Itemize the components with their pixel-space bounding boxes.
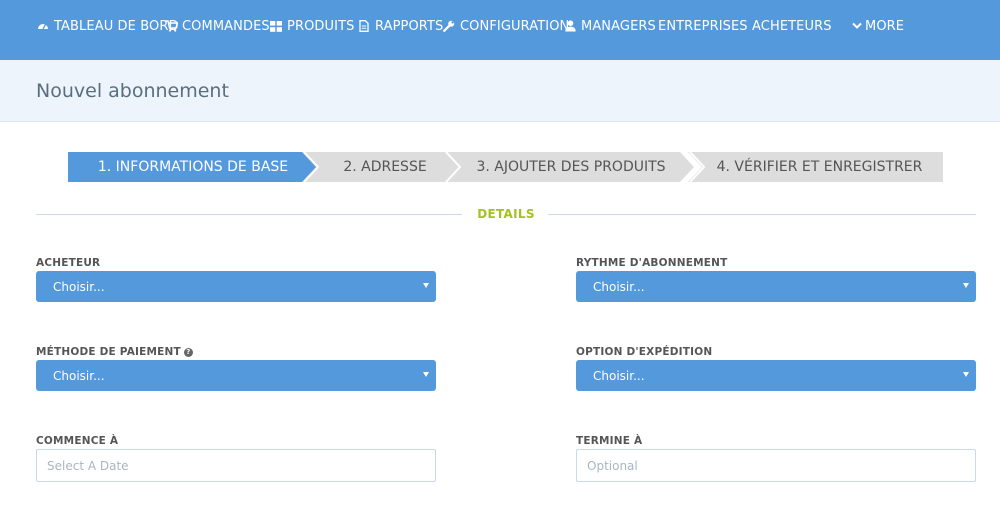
nav-item-companies[interactable]: ENTREPRISES xyxy=(658,0,748,52)
dashboard-icon xyxy=(36,19,50,33)
end-date-input[interactable] xyxy=(576,449,976,482)
rhythm-select-value: Choisir... xyxy=(593,279,645,294)
caret-down-icon xyxy=(423,283,429,288)
end-label-text: TERMINE À xyxy=(576,435,643,447)
shipping-label-text: OPTION D'EXPÉDITION xyxy=(576,346,713,358)
nav-item-orders[interactable]: COMMANDES xyxy=(164,0,270,52)
caret-down-icon xyxy=(423,372,429,377)
wizard-steps: 1. INFORMATIONS DE BASE 2. ADRESSE 3. AJ… xyxy=(68,152,943,182)
nav-item-label: TABLEAU DE BORD xyxy=(54,18,179,34)
rhythm-select[interactable]: Choisir... xyxy=(576,271,976,302)
buyer-label-text: ACHETEUR xyxy=(36,257,101,269)
end-label: TERMINE À xyxy=(576,435,642,447)
caret-down-icon xyxy=(963,372,969,377)
payment-label-text: MÉTHODE DE PAIEMENT xyxy=(36,346,181,358)
nav-item-products[interactable]: PRODUITS xyxy=(269,0,354,52)
wizard-step-label: 4. VÉRIFIER ET ENREGISTRER xyxy=(716,159,923,175)
nav-item-label: RAPPORTS xyxy=(375,18,444,34)
nav-item-label: MORE xyxy=(865,18,905,34)
nav-item-configuration[interactable]: CONFIGURATION xyxy=(442,0,569,52)
nav-item-label: CONFIGURATION xyxy=(460,18,570,34)
payment-label: MÉTHODE DE PAIEMENT ? xyxy=(36,346,193,358)
start-date-input[interactable] xyxy=(36,449,436,482)
buyer-select[interactable]: Choisir... xyxy=(36,271,436,302)
payment-select-value: Choisir... xyxy=(53,368,105,383)
nav-item-label: COMMANDES xyxy=(182,18,270,34)
wizard-step-address[interactable]: 2. ADRESSE xyxy=(302,152,460,182)
question-icon[interactable]: ? xyxy=(183,347,193,357)
rhythm-label: RYTHME D'ABONNEMENT xyxy=(576,257,727,269)
shipping-label: OPTION D'EXPÉDITION xyxy=(576,346,712,358)
nav-item-label: ENTREPRISES xyxy=(658,18,748,34)
wizard-step-add-products[interactable]: 3. AJOUTER DES PRODUITS xyxy=(444,152,694,182)
section-title: DETAILS xyxy=(477,207,535,221)
rhythm-label-text: RYTHME D'ABONNEMENT xyxy=(576,257,728,269)
page-title: Nouvel abonnement xyxy=(36,80,229,102)
nav-item-managers[interactable]: MANAGERS xyxy=(563,0,656,52)
document-icon xyxy=(357,19,371,33)
start-label-text: COMMENCE À xyxy=(36,435,119,447)
section-divider-right xyxy=(548,214,976,215)
wizard-step-basic-info[interactable]: 1. INFORMATIONS DE BASE xyxy=(68,152,318,182)
nav-item-buyers[interactable]: ACHETEURS xyxy=(752,0,832,52)
nav-item-reports[interactable]: RAPPORTS xyxy=(357,0,443,52)
top-navbar: TABLEAU DE BORD COMMANDES PRODUITS RAPPO… xyxy=(0,0,1000,60)
nav-item-label: ACHETEURS xyxy=(752,18,832,34)
nav-item-more[interactable]: MORE xyxy=(851,0,904,52)
shipping-select[interactable]: Choisir... xyxy=(576,360,976,391)
wrench-icon xyxy=(442,19,456,33)
caret-down-icon xyxy=(963,283,969,288)
payment-select[interactable]: Choisir... xyxy=(36,360,436,391)
wizard-step-label: 1. INFORMATIONS DE BASE xyxy=(97,159,289,175)
wizard-step-label: 3. AJOUTER DES PRODUITS xyxy=(476,159,666,175)
section-divider-left xyxy=(36,214,462,215)
user-icon xyxy=(563,19,577,33)
nav-item-label: PRODUITS xyxy=(287,18,355,34)
buyer-select-value: Choisir... xyxy=(53,279,105,294)
wizard-step-review-save[interactable]: 4. VÉRIFIER ET ENREGISTRER xyxy=(688,152,943,182)
nav-item-dashboard[interactable]: TABLEAU DE BORD xyxy=(36,0,179,52)
chevron-down-icon xyxy=(851,19,863,33)
shipping-select-value: Choisir... xyxy=(593,368,645,383)
grid-icon xyxy=(269,19,283,33)
wizard-step-label: 2. ADRESSE xyxy=(343,159,427,175)
cart-icon xyxy=(164,19,178,33)
nav-item-label: MANAGERS xyxy=(581,18,656,34)
start-label: COMMENCE À xyxy=(36,435,118,447)
buyer-label: ACHETEUR xyxy=(36,257,100,269)
